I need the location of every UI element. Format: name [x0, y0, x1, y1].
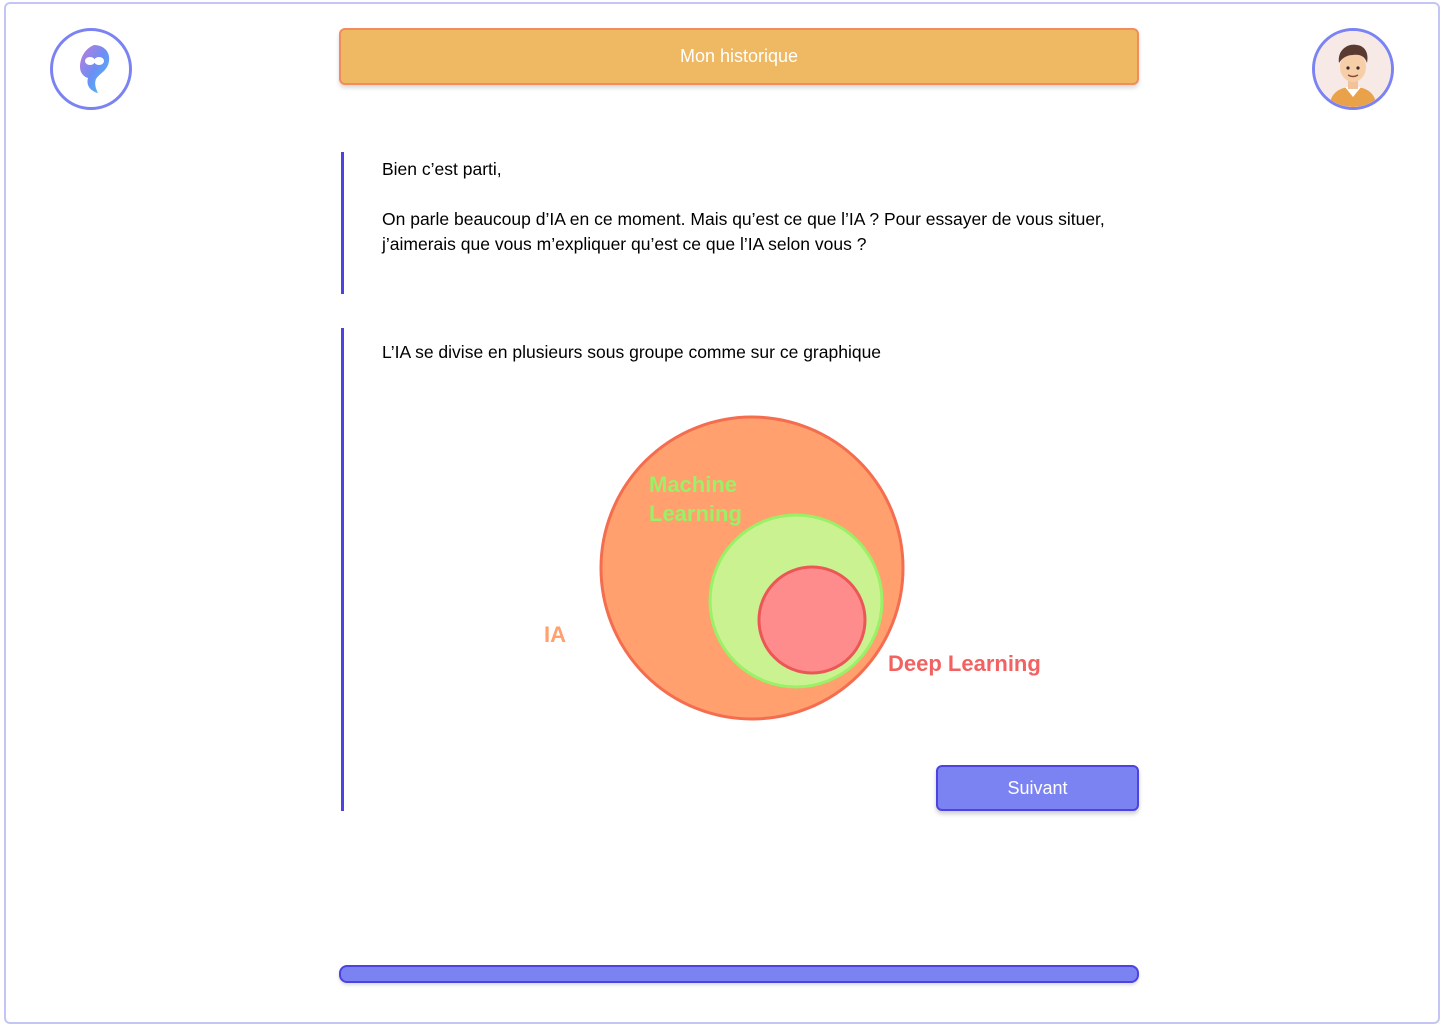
assistant-message: Bien c’est parti, On parle beaucoup d’IA… — [341, 152, 1141, 294]
message-question: On parle beaucoup d’IA en ce moment. Mai… — [382, 209, 1105, 254]
deep-learning-label: Deep Learning — [888, 651, 1041, 676]
ia-label: IA — [544, 622, 566, 647]
history-button[interactable]: Mon historique — [339, 28, 1139, 85]
history-button-label: Mon historique — [679, 46, 799, 66]
machine-learning-label-line2: Learning — [649, 501, 742, 526]
message-intro: L’IA se divise en plusieurs sous groupe … — [382, 342, 882, 362]
brain-logo-icon[interactable] — [50, 28, 132, 110]
bottom-input-bar[interactable] — [339, 965, 1139, 983]
next-button[interactable]: Suivant — [936, 765, 1139, 811]
user-avatar-icon[interactable] — [1312, 28, 1394, 110]
ai-venn-diagram: IA Machine Learning Deep Learning — [544, 415, 1041, 721]
next-button-label: Suivant — [1007, 777, 1068, 798]
deep-learning-circle — [757, 565, 867, 675]
machine-learning-label-line1: Machine — [649, 472, 737, 497]
message-greeting: Bien c’est parti, — [382, 159, 502, 179]
